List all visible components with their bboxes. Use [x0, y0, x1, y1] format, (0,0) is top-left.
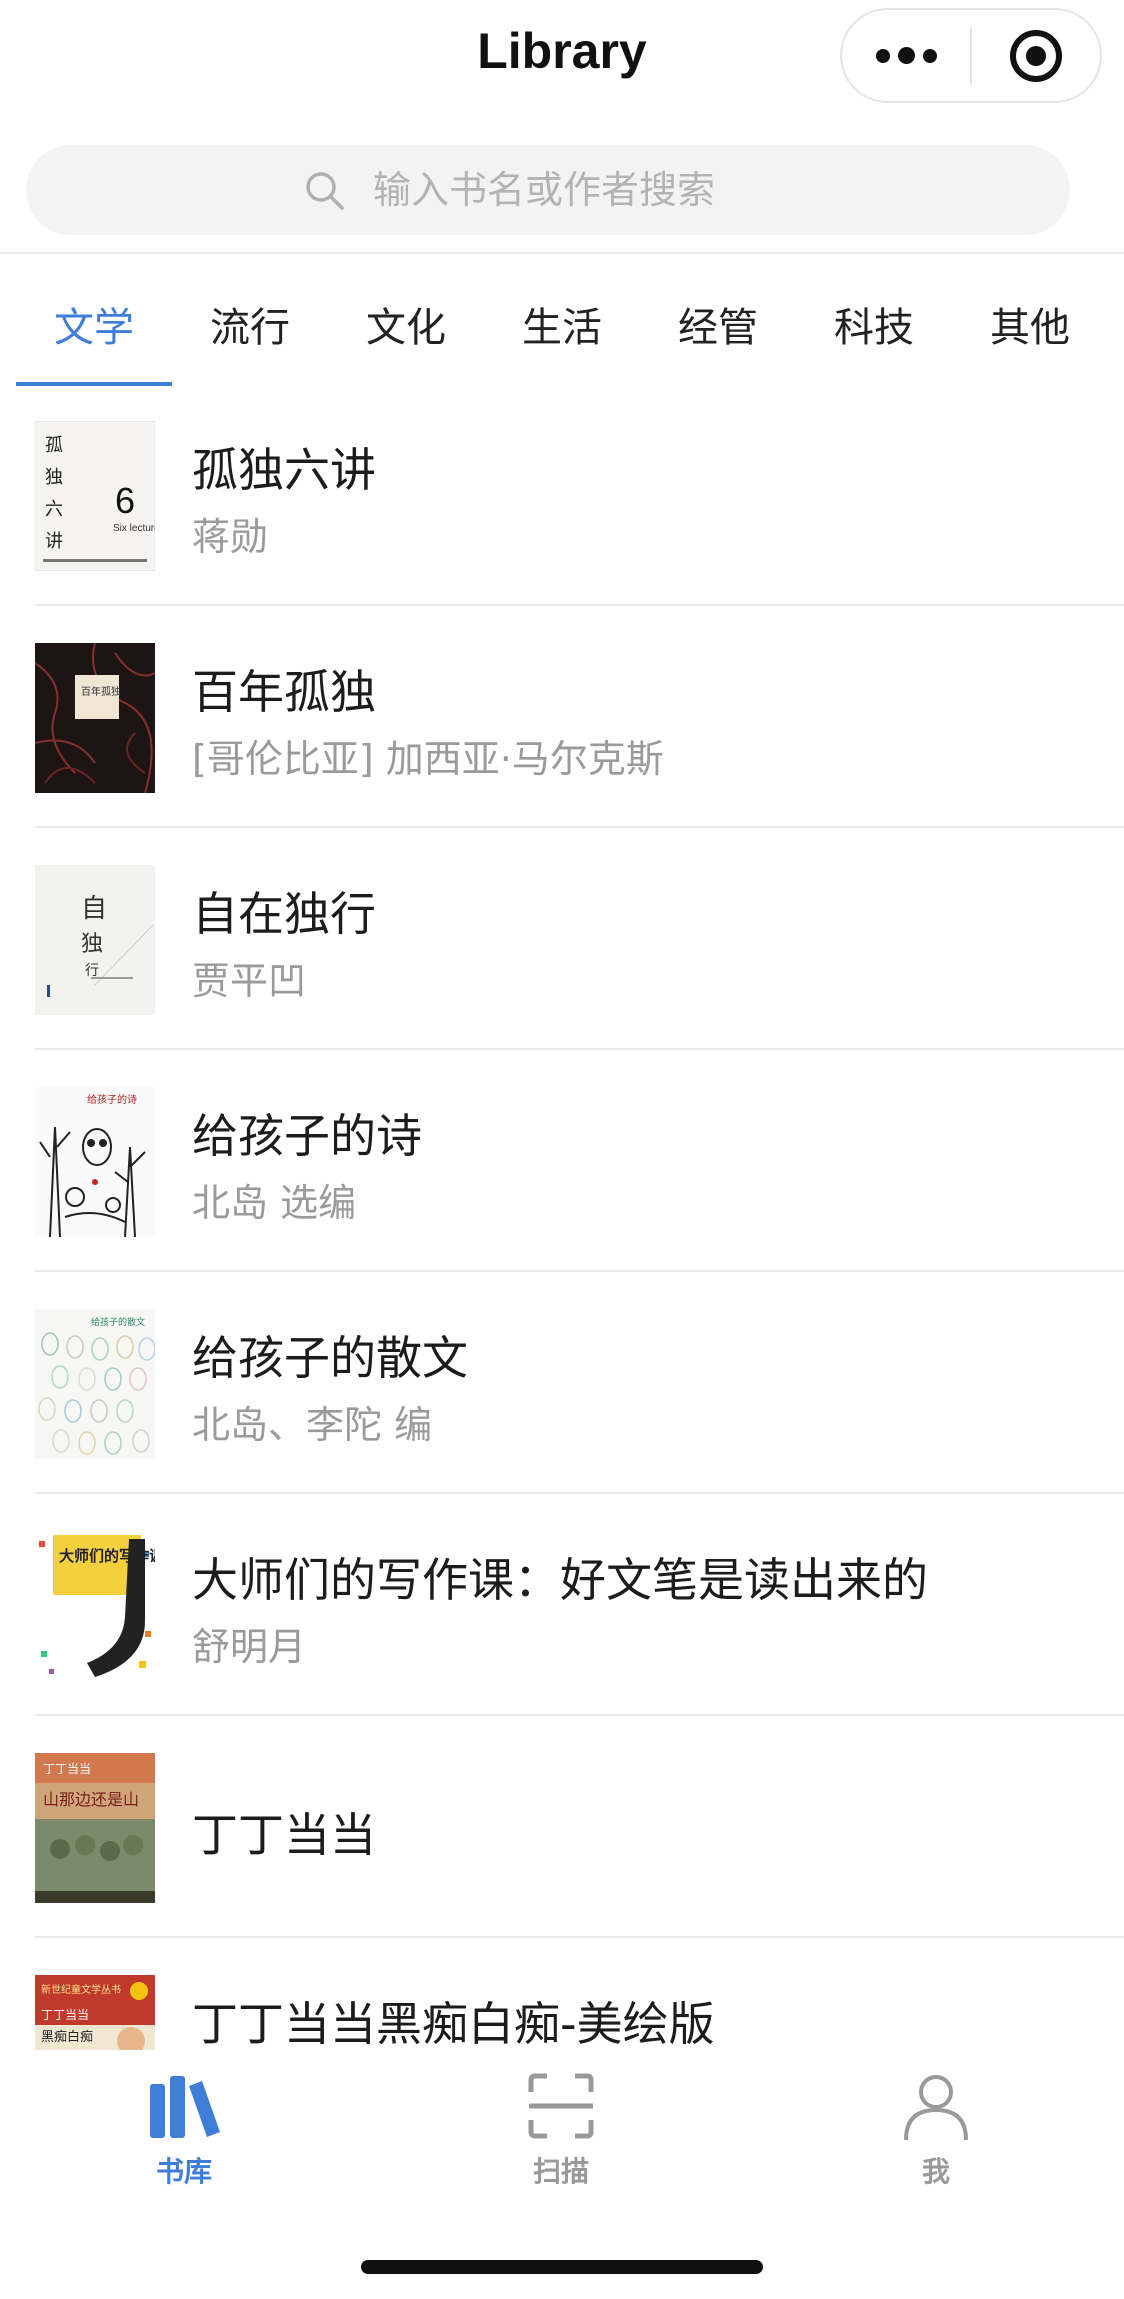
book-title: 大师们的写作课：好文笔是读出来的	[192, 1553, 928, 1607]
book-item[interactable]: 孤 独 六 讲 6 Six lectures 孤独六讲 蒋勋	[0, 384, 1124, 606]
search-bar[interactable]	[26, 145, 1070, 235]
tab-literature[interactable]: 文学	[16, 262, 172, 386]
book-cover: 大师们的写作课	[35, 1531, 155, 1681]
book-author: 蒋勋	[192, 515, 269, 559]
svg-text:山那边还是山: 山那边还是山	[43, 1790, 139, 1809]
book-item[interactable]: 丁丁当当 山那边还是山 丁丁当当	[0, 1716, 1124, 1938]
tab-popular[interactable]: 流行	[172, 262, 328, 386]
svg-text:丁丁当当: 丁丁当当	[43, 1762, 91, 1776]
book-item[interactable]: 新世纪童文学丛书 丁丁当当 黑痴白痴 丁丁当当黑痴白痴-美绘版	[0, 1938, 1124, 2054]
tab-other[interactable]: 其他	[952, 262, 1108, 386]
user-icon	[904, 2075, 968, 2141]
tab-life[interactable]: 生活	[484, 262, 640, 386]
svg-text:给孩子的诗: 给孩子的诗	[87, 1093, 137, 1106]
svg-text:讲: 讲	[45, 531, 63, 552]
book-cover: 丁丁当当 山那边还是山	[35, 1753, 155, 1903]
book-title: 丁丁当当	[192, 1808, 376, 1862]
book-item[interactable]: 百年孤独 百年孤独 [哥伦比亚] 加西亚·马尔克斯	[0, 606, 1124, 828]
svg-text:黑痴白痴: 黑痴白痴	[41, 2029, 93, 2045]
svg-text:给孩子的散文: 给孩子的散文	[91, 1316, 145, 1328]
tabbar-label: 书库	[155, 2155, 212, 2188]
svg-text:自: 自	[81, 894, 107, 924]
books-icon	[150, 2076, 220, 2138]
book-author: [哥伦比亚] 加西亚·马尔克斯	[192, 737, 664, 781]
more-button[interactable]	[842, 8, 970, 103]
book-author: 舒明月	[192, 1625, 307, 1669]
miniprogram-capsule	[840, 8, 1102, 103]
book-list: 孤 独 六 讲 6 Six lectures 孤独六讲 蒋勋	[0, 384, 1124, 2054]
book-cover: 新世纪童文学丛书 丁丁当当 黑痴白痴	[35, 1975, 155, 2054]
book-title: 给孩子的散文	[192, 1331, 468, 1385]
svg-text:新世纪童文学丛书: 新世纪童文学丛书	[41, 1983, 121, 1996]
book-title: 给孩子的诗	[192, 1109, 422, 1163]
book-cover: 自 独 行	[35, 865, 155, 1015]
book-title: 孤独六讲	[192, 443, 376, 497]
book-item[interactable]: 给孩子的散文 给孩子的散文 北岛、李陀 编	[0, 1272, 1124, 1494]
book-title: 丁丁当当黑痴白痴-美绘版	[192, 1997, 715, 2051]
svg-text:行: 行	[85, 963, 99, 979]
tab-business[interactable]: 经管	[640, 262, 796, 386]
book-author: 北岛 选编	[192, 1181, 357, 1225]
svg-text:百年孤独: 百年孤独	[81, 685, 121, 698]
tabbar-scan[interactable]: 扫描	[461, 2070, 661, 2210]
close-miniprogram-button[interactable]	[972, 8, 1100, 103]
svg-text:6: 6	[115, 480, 135, 521]
book-item[interactable]: 给孩子的诗 给孩子的诗 北岛 选编	[0, 1050, 1124, 1272]
bottom-tab-bar: 书库 扫描 我	[0, 2050, 1124, 2299]
tabbar-me[interactable]: 我	[836, 2070, 1036, 2210]
app: Library 文学 流行 文化 生活 经管 科技 其他	[0, 0, 1124, 2299]
book-title: 百年孤独	[192, 665, 376, 719]
tab-culture[interactable]: 文化	[328, 262, 484, 386]
book-cover: 百年孤独	[35, 643, 155, 793]
book-cover: 给孩子的散文	[35, 1309, 155, 1459]
header-divider	[0, 252, 1124, 254]
category-tabs: 文学 流行 文化 生活 经管 科技 其他	[16, 262, 1108, 386]
book-author: 贾平凹	[192, 959, 307, 1003]
home-indicator[interactable]	[361, 2260, 763, 2274]
svg-text:孤: 孤	[45, 435, 63, 456]
svg-text:Six lectures: Six lectures	[113, 523, 155, 534]
search-input[interactable]	[373, 168, 793, 212]
book-item[interactable]: 自 独 行 自在独行 贾平凹	[0, 828, 1124, 1050]
tabbar-library[interactable]: 书库	[84, 2070, 284, 2210]
book-item[interactable]: 大师们的写作课 大师们的写作课：好文笔是读出来的 舒明月	[0, 1494, 1124, 1716]
tab-technology[interactable]: 科技	[796, 262, 952, 386]
nav-bar: Library	[0, 0, 1124, 115]
book-cover: 给孩子的诗	[35, 1087, 155, 1237]
tabbar-label: 我	[921, 2155, 950, 2188]
scan-icon	[528, 2073, 594, 2139]
tabbar-label: 扫描	[532, 2155, 589, 2188]
more-dots-icon	[875, 47, 937, 64]
search-icon	[306, 172, 344, 210]
svg-text:六: 六	[45, 499, 63, 520]
close-target-icon	[1009, 29, 1062, 82]
book-author: 北岛、李陀 编	[192, 1403, 433, 1447]
book-title: 自在独行	[192, 887, 376, 941]
svg-text:丁丁当当: 丁丁当当	[41, 2008, 89, 2022]
svg-text:独: 独	[81, 932, 103, 957]
svg-text:独: 独	[45, 467, 63, 488]
book-cover: 孤 独 六 讲 6 Six lectures	[35, 421, 155, 571]
